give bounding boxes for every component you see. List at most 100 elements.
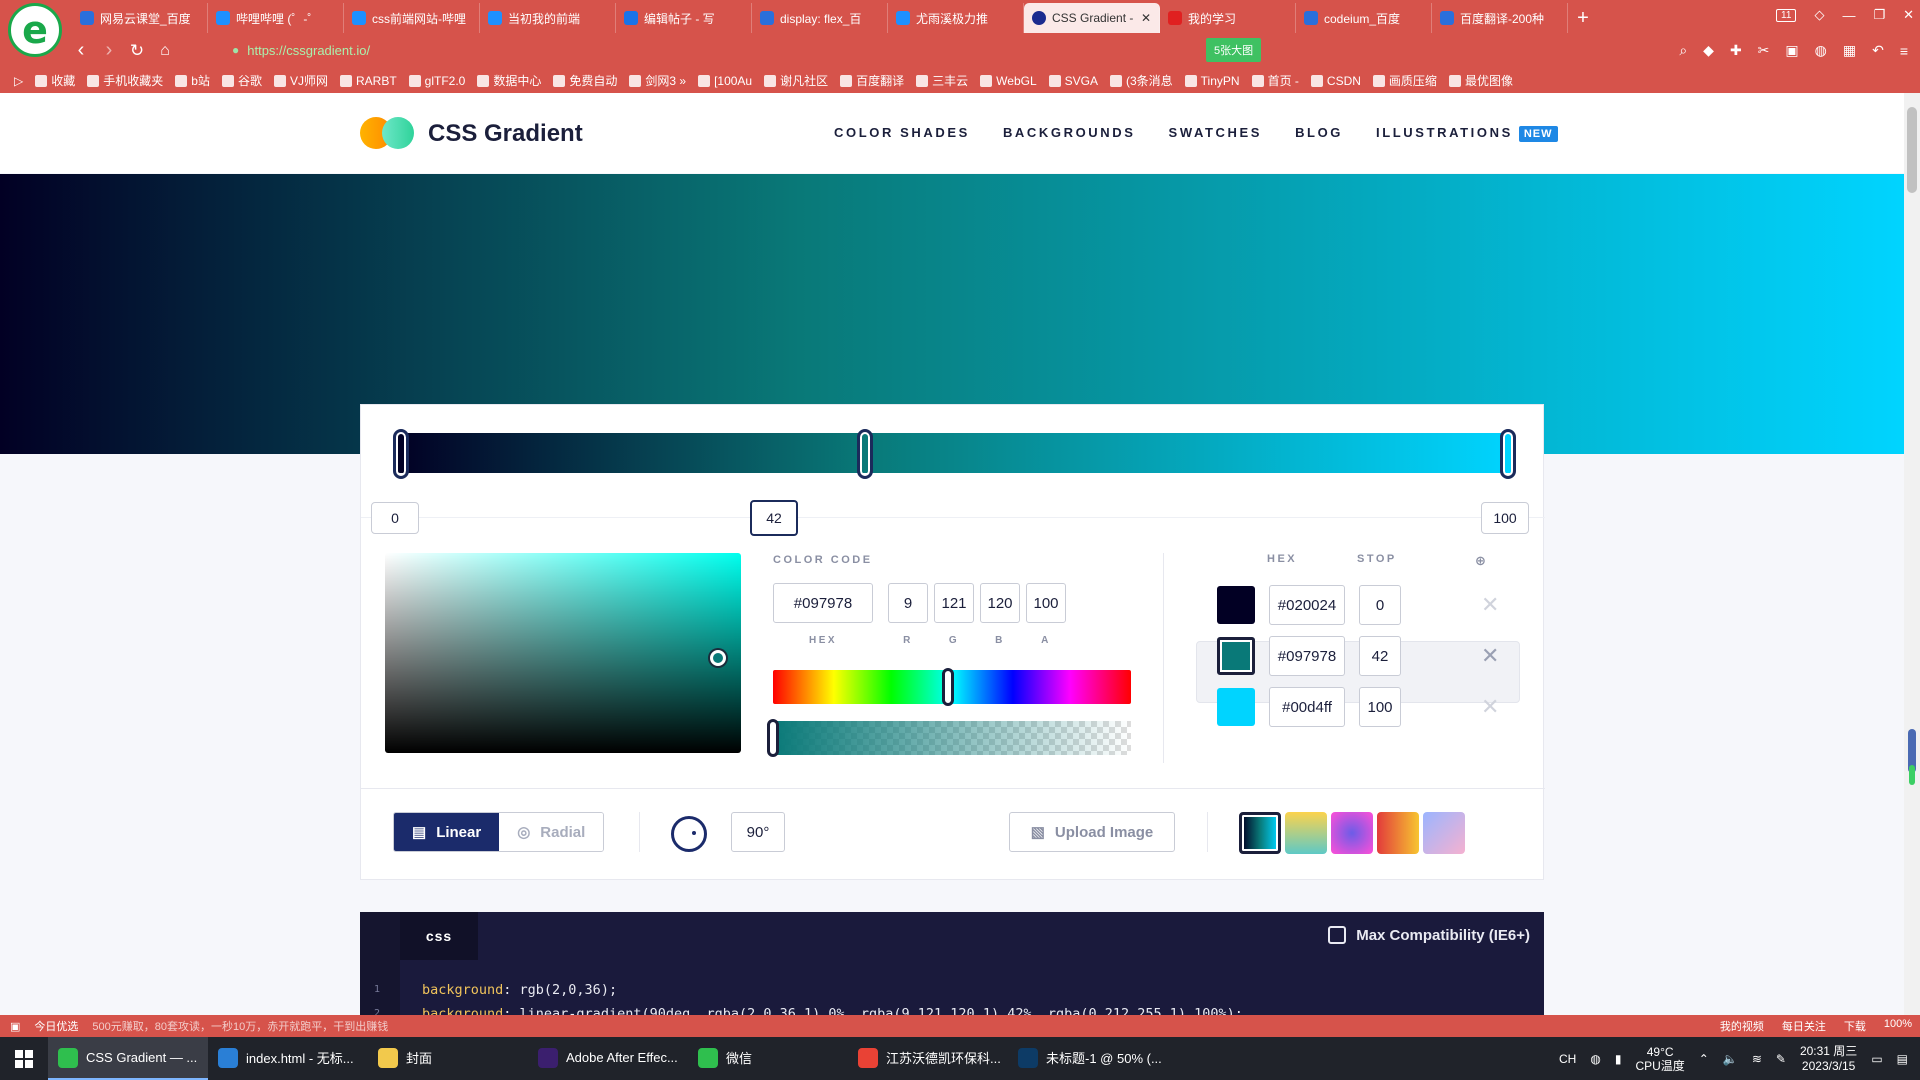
- browser-tab[interactable]: 哔哩哔哩 (゜-゜: [208, 3, 344, 33]
- nav-blog[interactable]: BLOG: [1295, 125, 1343, 140]
- start-button[interactable]: [0, 1037, 48, 1080]
- chevron-up-icon[interactable]: ⌃: [1699, 1052, 1709, 1066]
- b-input[interactable]: 120: [980, 583, 1020, 623]
- bookmark-item[interactable]: 手机收藏夹: [87, 72, 163, 89]
- stop-label-42[interactable]: 42: [750, 500, 798, 536]
- q-icon[interactable]: ◍: [1590, 1052, 1600, 1066]
- url-field[interactable]: ● https://cssgradient.io/: [232, 37, 1192, 63]
- minimize-icon[interactable]: —: [1842, 8, 1855, 23]
- r-input[interactable]: 9: [888, 583, 928, 623]
- preset-yellow-teal[interactable]: [1285, 812, 1327, 854]
- shield-icon[interactable]: ◆: [1703, 42, 1714, 59]
- apps-icon[interactable]: ▦: [1843, 42, 1856, 59]
- bookmark-item[interactable]: WebGL: [980, 74, 1037, 88]
- skin-icon[interactable]: ◇: [1814, 7, 1824, 23]
- browser-tab[interactable]: display: flex_百: [752, 3, 888, 33]
- bookmark-item[interactable]: 免费自动: [553, 72, 617, 89]
- search-icon[interactable]: ⌕: [1679, 42, 1687, 59]
- downloads[interactable]: 下载: [1844, 1018, 1866, 1034]
- browser-logo[interactable]: e: [8, 3, 62, 57]
- preset-teal[interactable]: [1239, 812, 1281, 854]
- taskbar-app[interactable]: CSS Gradient — ...: [48, 1037, 208, 1080]
- stop-color-swatch[interactable]: [1217, 637, 1255, 675]
- bookmark-item[interactable]: 收藏: [35, 72, 75, 89]
- stop-handle-42[interactable]: [857, 429, 873, 479]
- taskbar-app[interactable]: 微信: [688, 1037, 848, 1080]
- alpha-handle[interactable]: [767, 719, 779, 757]
- preset-lavender[interactable]: [1423, 812, 1465, 854]
- reload-icon[interactable]: ↻: [122, 33, 152, 68]
- browser-tab[interactable]: 编辑帖子 - 写: [616, 3, 752, 33]
- translate-icon[interactable]: ◍: [1815, 42, 1827, 59]
- gradient-bar[interactable]: [393, 429, 1516, 479]
- remove-stop-icon[interactable]: ✕: [1481, 694, 1499, 720]
- gift-icon[interactable]: ▣: [10, 1020, 20, 1033]
- stop-handle-0[interactable]: [393, 429, 409, 479]
- browser-tab[interactable]: CSS Gradient - ✕: [1024, 3, 1160, 33]
- forward-icon[interactable]: ›: [94, 33, 124, 68]
- angle-dial[interactable]: [671, 816, 707, 852]
- sort-icon[interactable]: ⊕: [1475, 553, 1486, 569]
- daily-follow[interactable]: 每日关注: [1782, 1018, 1826, 1034]
- cpu-temp[interactable]: 49°C CPU温度: [1635, 1045, 1684, 1073]
- hex-input[interactable]: #097978: [773, 583, 873, 623]
- taskbar-app[interactable]: 封面: [368, 1037, 528, 1080]
- css-tab[interactable]: css: [400, 912, 478, 960]
- stop-position-input[interactable]: 100: [1359, 687, 1401, 727]
- a-input[interactable]: 100: [1026, 583, 1066, 623]
- max-compat-toggle[interactable]: Max Compatibility (IE6+): [1328, 926, 1530, 944]
- wifi-icon[interactable]: ≋: [1752, 1052, 1762, 1066]
- nav-backgrounds[interactable]: BACKGROUNDS: [1003, 125, 1136, 140]
- remove-stop-icon[interactable]: ✕: [1481, 592, 1499, 618]
- linear-button[interactable]: ▤ Linear: [394, 813, 500, 851]
- upload-image-button[interactable]: ▧ Upload Image: [1009, 812, 1175, 852]
- volume-icon[interactable]: 🔈: [1723, 1052, 1738, 1066]
- zoom-level[interactable]: 100%: [1884, 1018, 1912, 1034]
- stop-color-swatch[interactable]: [1217, 688, 1255, 726]
- bookmark-item[interactable]: 首页 -: [1251, 72, 1299, 89]
- bookmark-item[interactable]: 剑网3 »: [629, 72, 686, 89]
- bookmark-item[interactable]: 三丰云: [916, 72, 968, 89]
- bookmark-item[interactable]: b站: [175, 72, 210, 89]
- bookmark-item[interactable]: TinyPN: [1184, 74, 1240, 88]
- browser-tab[interactable]: 当初我的前端: [480, 3, 616, 33]
- restore-icon[interactable]: ❐: [1873, 7, 1885, 23]
- bookmark-item[interactable]: 画质压缩: [1372, 72, 1437, 89]
- nav-swatches[interactable]: SWATCHES: [1169, 125, 1263, 140]
- security-icon[interactable]: ●: [232, 43, 239, 57]
- checkbox[interactable]: [1328, 926, 1347, 944]
- code-line-1[interactable]: background: rgb(2,0,36);: [422, 982, 617, 998]
- hue-handle[interactable]: [942, 668, 955, 706]
- preset-purple-pink[interactable]: [1331, 812, 1373, 854]
- angle-input[interactable]: 90°: [731, 812, 785, 852]
- bookmark-item[interactable]: 谷歌: [221, 72, 262, 89]
- stop-hex-input[interactable]: #020024: [1269, 585, 1345, 625]
- bookmark-item[interactable]: 数据中心: [477, 72, 541, 89]
- game-icon[interactable]: ▣: [1785, 42, 1798, 59]
- close-window-icon[interactable]: ✕: [1903, 7, 1914, 23]
- sidebar-toggle-icon[interactable]: ▷: [14, 74, 23, 88]
- scroll-thumb[interactable]: [1907, 107, 1917, 193]
- bookmark-item[interactable]: (3条消息: [1109, 72, 1173, 89]
- browser-tab[interactable]: 尤雨溪极力推: [888, 3, 1024, 33]
- bookmark-item[interactable]: RARBT: [339, 74, 397, 88]
- scissors-icon[interactable]: ✂: [1758, 42, 1770, 59]
- desktop-icon[interactable]: ▭: [1871, 1052, 1882, 1066]
- clock[interactable]: 20:31 周三 2023/3/15: [1800, 1044, 1857, 1074]
- nav-color-shades[interactable]: COLOR SHADES: [834, 125, 970, 140]
- stop-color-swatch[interactable]: [1217, 586, 1255, 624]
- url-text[interactable]: https://cssgradient.io/: [247, 43, 370, 58]
- back-icon[interactable]: ‹: [66, 33, 96, 68]
- browser-tab[interactable]: 我的学习: [1160, 3, 1296, 33]
- my-videos[interactable]: 我的视频: [1720, 1018, 1764, 1034]
- bookmark-item[interactable]: [100Au: [698, 74, 752, 88]
- today-picks[interactable]: 今日优选: [34, 1018, 78, 1034]
- bookmark-item[interactable]: 最优图像: [1448, 72, 1513, 89]
- home-icon[interactable]: ⌂: [150, 33, 180, 68]
- pen-icon[interactable]: ✎: [1776, 1052, 1786, 1066]
- stop-label-100[interactable]: 100: [1481, 502, 1529, 534]
- radial-button[interactable]: ◎ Radial: [499, 813, 604, 851]
- bookmark-item[interactable]: 谢凡社区: [764, 72, 828, 89]
- stop-hex-input[interactable]: #097978: [1269, 636, 1345, 676]
- input-language[interactable]: CH: [1559, 1052, 1576, 1066]
